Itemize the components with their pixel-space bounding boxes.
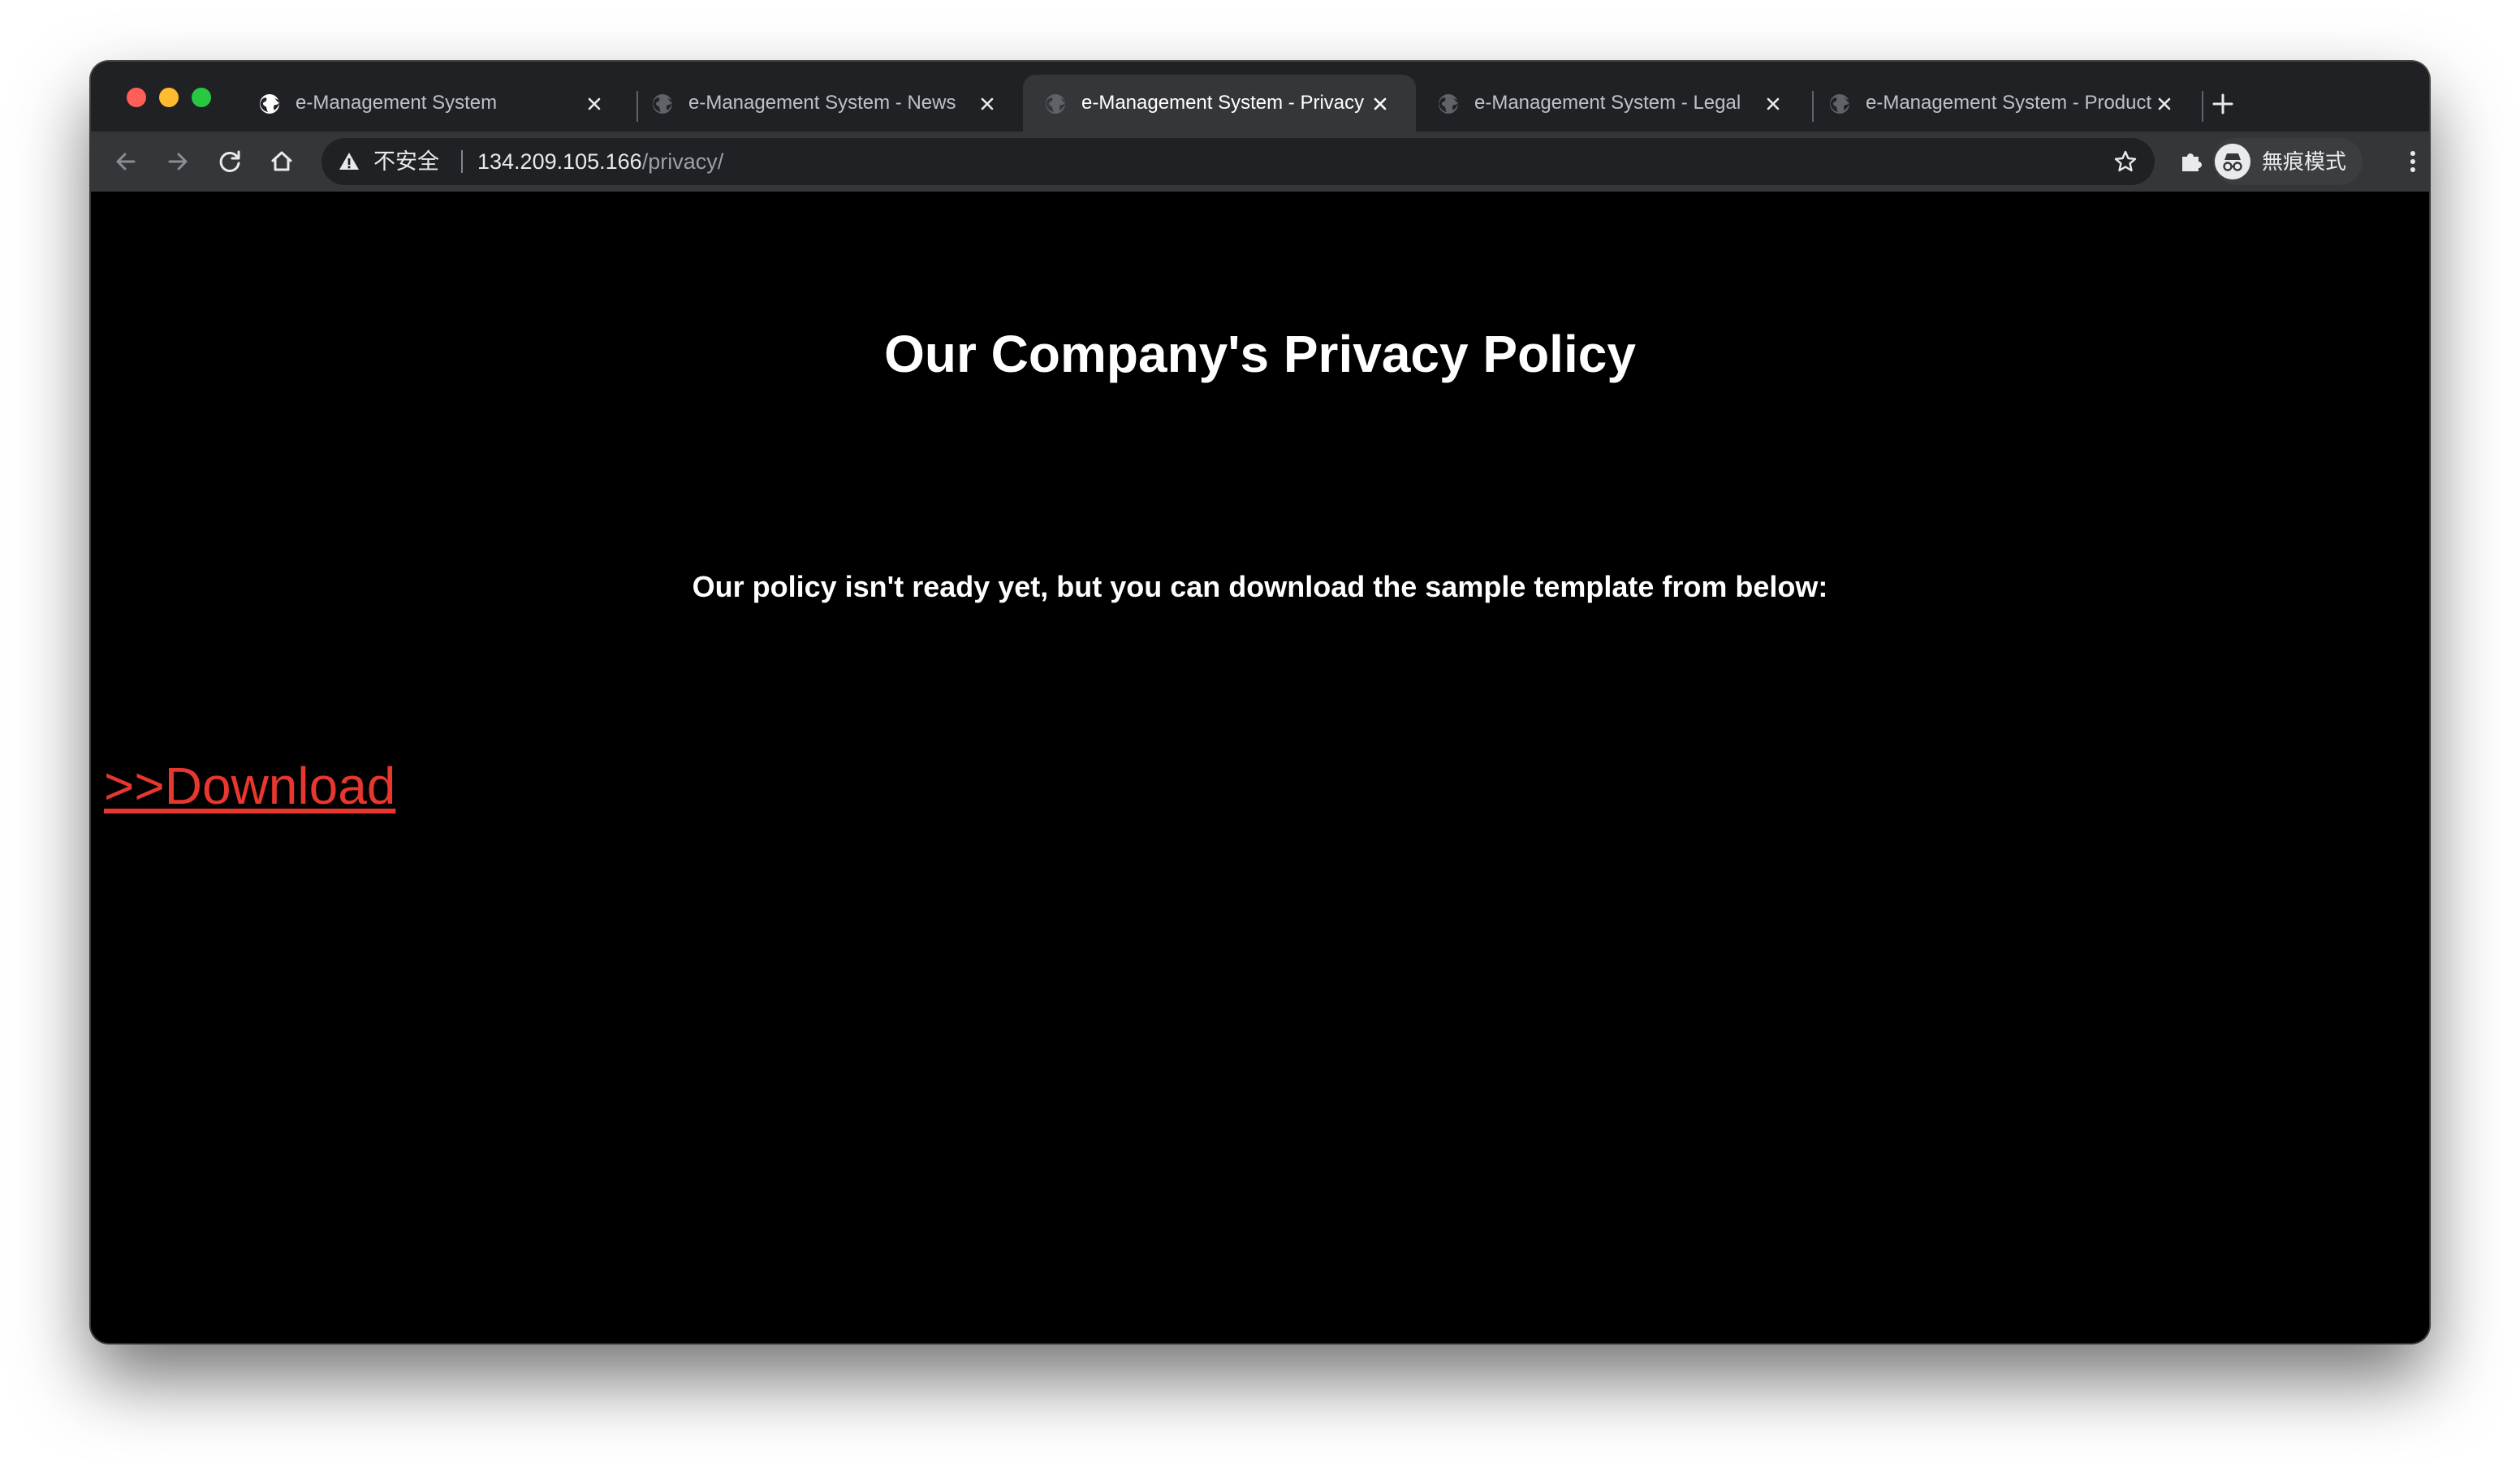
warning-icon[interactable] <box>338 150 360 173</box>
tab-title: e-Management System - Products <box>1866 92 2151 114</box>
globe-icon <box>653 94 672 114</box>
globe-icon <box>1439 94 1458 114</box>
browser-window: e-Management System e-Management System … <box>91 62 2429 1343</box>
tab-home[interactable]: e-Management System <box>237 75 628 132</box>
plus-icon[interactable] <box>2208 89 2237 119</box>
policy-message: Our policy isn't ready yet, but you can … <box>692 570 1828 603</box>
page-title: Our Company's Privacy Policy <box>884 325 1636 383</box>
tab-strip: e-Management System e-Management System … <box>91 62 2429 132</box>
close-icon[interactable] <box>1762 93 1784 115</box>
browser-toolbar: 不安全 134.209.105.166/privacy/ 無痕模式 <box>91 132 2429 192</box>
incognito-icon <box>2215 144 2250 179</box>
tab-products[interactable]: e-Management System - Products <box>1807 75 2199 132</box>
url-path: /privacy/ <box>641 149 724 174</box>
security-label[interactable]: 不安全 <box>373 138 439 185</box>
tab-privacy[interactable]: e-Management System - Privacy <box>1023 75 1416 132</box>
omnibox-divider <box>461 150 463 173</box>
download-link[interactable]: >>Download <box>104 757 395 815</box>
minimize-window-button[interactable] <box>159 88 179 107</box>
address-bar[interactable]: 不安全 134.209.105.166/privacy/ <box>321 138 2155 185</box>
tab-title: e-Management System - Legal <box>1474 92 1741 114</box>
tab-legal[interactable]: e-Management System - Legal <box>1416 75 1807 132</box>
close-icon[interactable] <box>976 93 999 115</box>
forward-icon[interactable] <box>161 145 195 179</box>
globe-icon <box>1830 94 1849 114</box>
extensions-icon[interactable] <box>2174 145 2208 179</box>
globe-icon <box>260 94 279 114</box>
close-window-button[interactable] <box>127 88 146 107</box>
profile-label: 無痕模式 <box>2262 149 2347 174</box>
tab-news[interactable]: e-Management System - News <box>630 75 1021 132</box>
tab-title: e-Management System - News <box>688 92 956 114</box>
back-icon[interactable] <box>109 145 143 179</box>
close-icon[interactable] <box>2153 93 2176 115</box>
star-icon[interactable] <box>2112 149 2138 175</box>
tab-separator <box>2202 91 2203 122</box>
more-icon[interactable] <box>2401 145 2424 179</box>
incognito-profile-button[interactable]: 無痕模式 <box>2213 138 2362 185</box>
tab-title: e-Management System - Privacy <box>1081 92 1365 114</box>
reload-icon[interactable] <box>213 145 247 179</box>
maximize-window-button[interactable] <box>192 88 211 107</box>
close-icon[interactable] <box>583 93 606 115</box>
url-host: 134.209.105.166 <box>477 149 642 174</box>
url-text[interactable]: 134.209.105.166/privacy/ <box>477 138 723 185</box>
close-icon[interactable] <box>1369 93 1392 115</box>
globe-icon <box>1046 94 1065 114</box>
page-content: Our Company's Privacy Policy Our policy … <box>91 192 2429 1343</box>
tab-title: e-Management System <box>296 92 498 114</box>
home-icon[interactable] <box>265 145 299 179</box>
